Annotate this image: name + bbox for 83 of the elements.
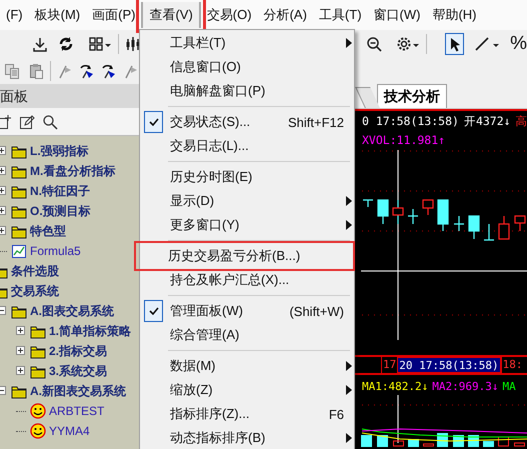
zoom-out-icon[interactable] [366,36,382,52]
expand-icon[interactable] [16,326,25,335]
new-item-icon[interactable] [0,114,12,130]
ma-label: MA [502,380,516,392]
menu-item[interactable]: 综合管理(A) [142,323,352,347]
tree-item[interactable]: ARBTEST [0,401,139,421]
candle [422,199,434,215]
tree-item[interactable]: 2.指标交易 [0,341,139,361]
menu-item[interactable]: 管理面板(W) (Shift+W) [142,299,352,323]
paste-icon[interactable] [28,63,44,79]
menu-item[interactable]: 交易(O) [200,2,258,28]
candle [453,215,465,232]
candle [407,208,419,225]
menu-item[interactable]: 信息窗口(O) [142,55,352,79]
tree-item[interactable]: L.强弱指标 [0,141,139,161]
ma-label: MA1:482.2↓ [362,380,428,392]
candle [362,199,374,208]
menu-item[interactable]: (F) [0,2,29,28]
chart-icon [11,243,27,259]
search-icon[interactable] [42,114,58,130]
tree-item[interactable]: 条件选股 [0,261,139,281]
tab[interactable]: 技术分析 [377,84,447,108]
grid-icon[interactable] [88,36,104,52]
candle [437,199,449,231]
indicator-label: XVOL:11.981↑ [362,133,446,147]
smiley-icon [30,423,46,439]
line-icon[interactable] [474,36,490,52]
menu-item[interactable]: 历史分时图(E) [142,165,352,189]
expand-icon[interactable] [16,366,25,375]
menu-item[interactable]: 更多窗口(Y) [142,213,352,237]
menu-item[interactable]: 显示(D) [142,189,352,213]
menu-item[interactable]: 帮助(H) [426,2,483,28]
tree-item[interactable]: 特色型 [0,221,139,241]
tree-item[interactable]: 3.系统交易 [0,361,139,381]
tree-item[interactable]: O.预测目标 [0,201,139,221]
tree-item[interactable]: 1.简单指标策略 [0,321,139,341]
tree-item[interactable]: M.看盘分析指标 [0,161,139,181]
chart-header-text: 0 17:58(13:58) [362,114,459,128]
edit-icon[interactable] [19,114,35,130]
menu-item[interactable]: 工具(T) [312,2,368,28]
download-icon[interactable] [32,36,48,52]
menu-item[interactable]: 交易日志(L)... [142,134,352,158]
menu-item[interactable]: 窗口(W) [368,2,426,28]
candle [468,215,480,239]
menu-item[interactable]: 缩放(Z) [142,378,352,402]
flag-icon[interactable] [101,63,117,79]
expand-icon[interactable] [16,346,25,355]
menu-item[interactable]: 分析(A) [258,2,313,28]
menu-item[interactable]: 画面(P) [86,2,142,28]
pointer-button[interactable] [444,33,464,55]
smiley-icon [30,403,46,419]
tree-item[interactable]: N.特征因子 [0,181,139,201]
percent-button[interactable]: % [510,33,527,55]
menu-item[interactable]: 指标排序(Z)... F6 [142,402,352,426]
candle [377,199,389,224]
menu-item[interactable]: 动态指标排序(B) [142,426,352,449]
chart-header-text: 开4372↓ [464,114,511,128]
candlestick-icon[interactable] [124,36,141,52]
menu-item[interactable]: 数据(M) [142,354,352,378]
tree-item[interactable]: 交易系统 [0,281,139,301]
menu-item[interactable]: 持仓及帐户汇总(X)... [142,268,352,292]
axis-label: 18: [500,357,524,373]
refresh-icon[interactable] [58,36,74,52]
menu-item[interactable]: 历史交易盈亏分析(B...) [137,244,352,268]
menu-item[interactable]: 工具栏(T) [142,31,352,55]
menu-item[interactable]: 电脑解盘窗口(P) [142,79,352,103]
candle [498,216,510,240]
settings-icon[interactable] [396,36,412,52]
tree-item[interactable]: YYMA4 [0,421,139,441]
candle [392,207,404,216]
copy-icon[interactable] [4,63,20,79]
ma-label: MA2:969.3↓ [432,380,498,392]
menu-item[interactable]: 交易状态(S)... Shift+F12 [142,110,352,134]
candle [483,223,495,241]
tab[interactable] [355,87,380,108]
tree-item[interactable]: Formula5 [0,241,139,261]
tree-item[interactable]: A.新图表交易系统 [0,381,139,401]
axis-label: 20 17:58(13:58) [397,357,501,373]
panel-title: 面板 [0,84,139,108]
tree-item[interactable]: A.图表交易系统 [0,301,139,321]
chart-header-text: 高 [516,114,527,128]
flag-icon[interactable] [79,63,95,79]
menu-item[interactable]: 板块(M) [28,2,86,28]
